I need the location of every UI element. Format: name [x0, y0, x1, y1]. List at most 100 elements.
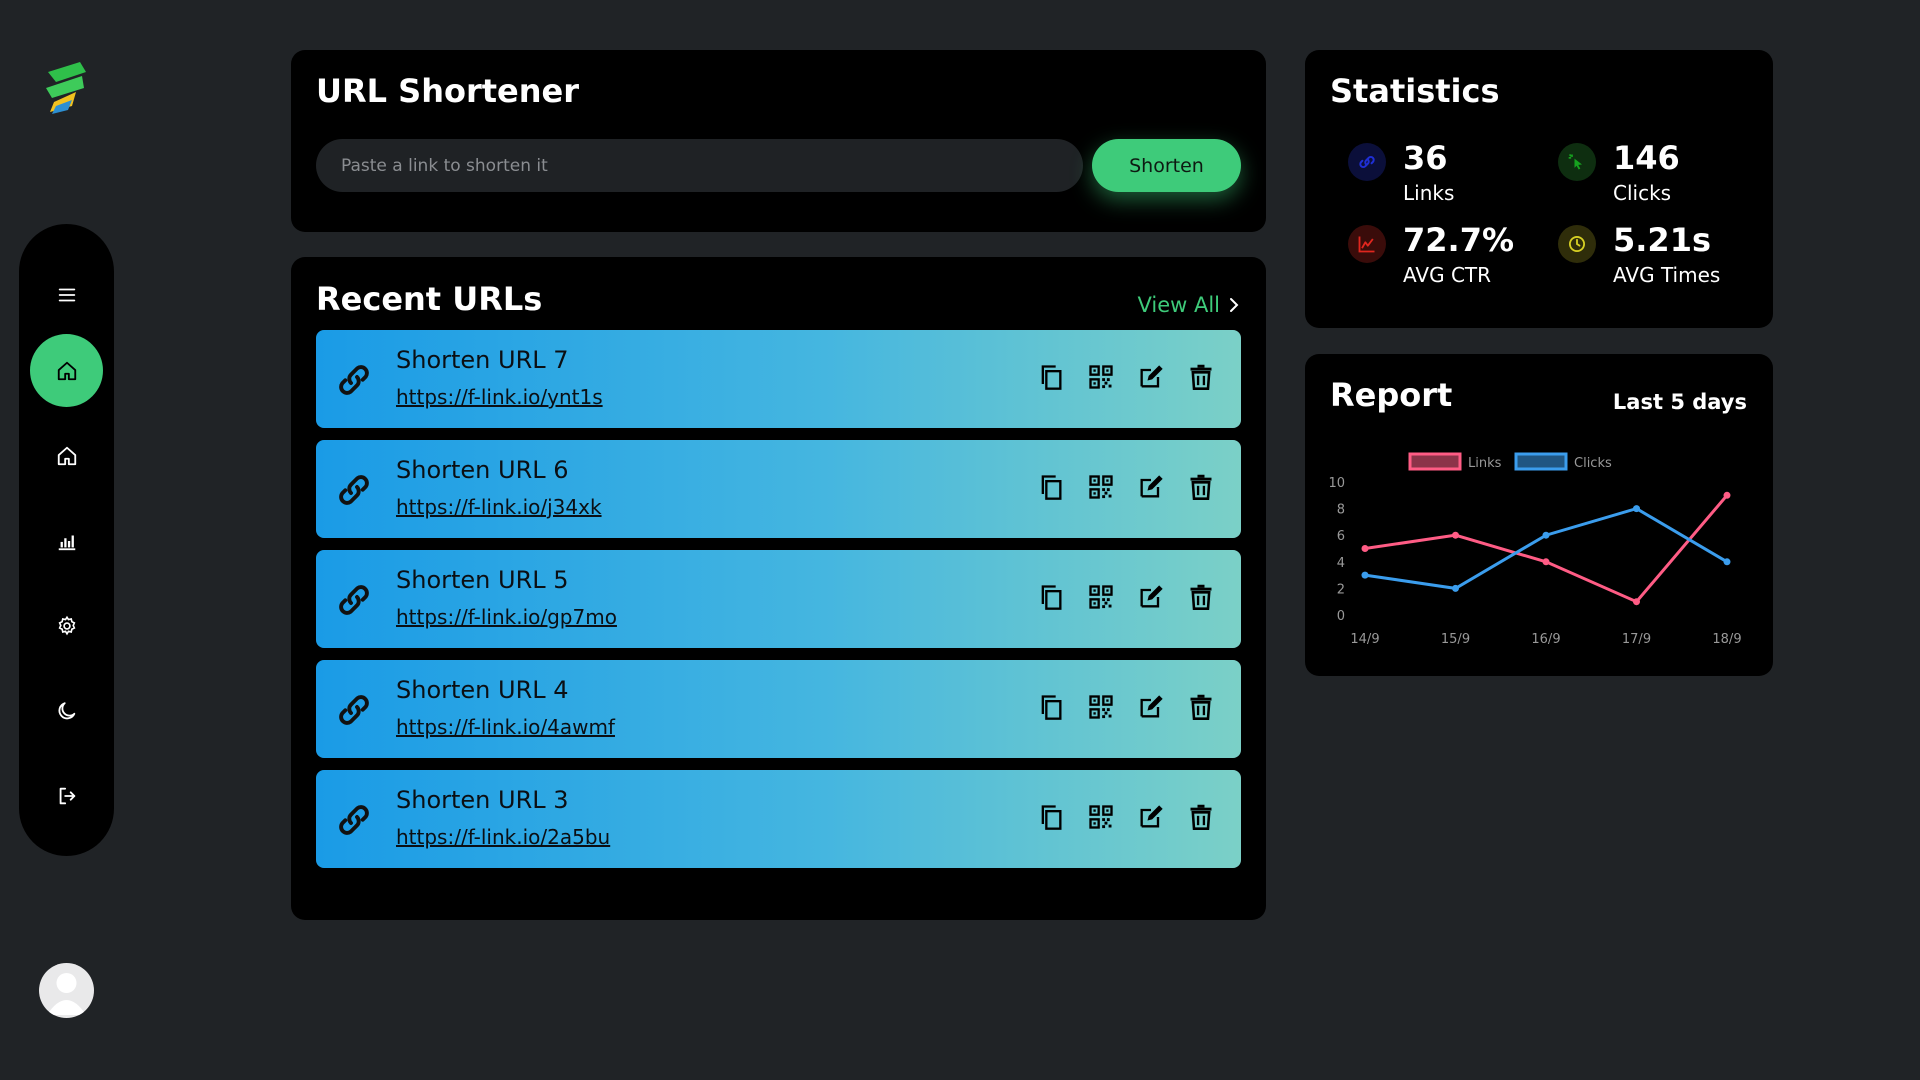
copy-button[interactable]: [1037, 582, 1065, 612]
stat-avg-times: 5.21s AVG Times: [1558, 221, 1758, 295]
trash-icon: [1190, 364, 1212, 390]
copy-icon: [1041, 695, 1062, 720]
delete-button[interactable]: [1187, 582, 1215, 612]
qr-code-button[interactable]: [1087, 802, 1115, 832]
gear-icon: [58, 615, 75, 635]
copy-button[interactable]: [1037, 472, 1065, 502]
x-tick-label: 14/9: [1350, 632, 1379, 647]
delete-button[interactable]: [1187, 472, 1215, 502]
legend-label: Clicks: [1574, 456, 1612, 471]
data-point-clicks: [1633, 505, 1640, 513]
sidebar-item-dashboard[interactable]: [30, 334, 103, 407]
stat-icon-badge: [1348, 143, 1386, 181]
url-row-name: Shorten URL 5: [396, 566, 569, 594]
edit-icon: [1140, 365, 1163, 388]
chart-line-icon: [1358, 236, 1375, 253]
y-tick-label: 6: [1337, 529, 1345, 544]
trash-icon: [1190, 474, 1212, 500]
url-row[interactable]: Shorten URL 7 https://f-link.io/ynt1s: [316, 330, 1241, 428]
link-icon: [339, 475, 369, 505]
url-row-actions: [1037, 582, 1215, 612]
copy-button[interactable]: [1037, 692, 1065, 722]
series-line-clicks: [1364, 506, 1728, 590]
report-line-chart: 0 2 4 6 8 10 14/9 15/9 16/9 17/9 18/9 Links Clicks: [1328, 452, 1742, 647]
user-avatar[interactable]: [39, 963, 94, 1018]
stat-value: 72.7%: [1403, 221, 1515, 259]
qr-code-icon: [1089, 585, 1113, 609]
edit-button[interactable]: [1137, 362, 1165, 392]
delete-button[interactable]: [1187, 362, 1215, 392]
edit-icon: [1140, 475, 1163, 498]
logout-icon: [59, 787, 75, 804]
url-row[interactable]: Shorten URL 6 https://f-link.io/j34xk: [316, 440, 1241, 538]
url-row[interactable]: Shorten URL 3 https://f-link.io/2a5bu: [316, 770, 1241, 868]
edit-icon: [1140, 805, 1163, 828]
copy-button[interactable]: [1037, 362, 1065, 392]
shortener-title: URL Shortener: [316, 72, 580, 110]
stat-value: 5.21s: [1613, 221, 1711, 259]
url-row-actions: [1037, 692, 1215, 722]
view-all-link[interactable]: View All: [1137, 293, 1240, 317]
sidebar-item-dark-mode[interactable]: [30, 674, 103, 747]
stat-links: 36 Links: [1348, 139, 1548, 213]
shorten-button[interactable]: Shorten: [1092, 139, 1241, 192]
y-tick-label: 10: [1328, 476, 1345, 491]
y-tick-label: 8: [1337, 503, 1345, 518]
data-point-links: [1723, 491, 1731, 499]
url-row-name: Shorten URL 3: [396, 786, 569, 814]
recent-urls-title: Recent URLs: [316, 280, 543, 318]
stat-label: Links: [1403, 181, 1455, 205]
recent-urls-card: Recent URLs View All Shorten URL 7 https:…: [291, 257, 1266, 920]
delete-button[interactable]: [1187, 802, 1215, 832]
data-point-links: [1361, 545, 1369, 552]
url-row-name: Shorten URL 6: [396, 456, 569, 484]
url-row-link[interactable]: https://f-link.io/j34xk: [396, 495, 602, 519]
stat-label: AVG CTR: [1403, 263, 1492, 287]
delete-button[interactable]: [1187, 692, 1215, 722]
stat-avg-ctr: 72.7% AVG CTR: [1348, 221, 1548, 295]
shortener-card: URL Shortener Shorten: [291, 50, 1266, 232]
link-icon: [339, 585, 369, 615]
sidebar-item-settings[interactable]: [30, 589, 103, 662]
url-row[interactable]: Shorten URL 5 https://f-link.io/gp7mo: [316, 550, 1241, 648]
url-row[interactable]: Shorten URL 4 https://f-link.io/4awmf: [316, 660, 1241, 758]
x-tick-label: 17/9: [1622, 632, 1651, 647]
sidebar-item-logout[interactable]: [30, 759, 103, 832]
url-input[interactable]: [316, 139, 1083, 192]
qr-code-button[interactable]: [1087, 582, 1115, 612]
clock-icon: [1569, 236, 1585, 252]
view-all-label: View All: [1137, 293, 1220, 317]
sidebar-item-analytics[interactable]: [30, 504, 103, 577]
qr-code-button[interactable]: [1087, 692, 1115, 722]
sidebar-item-menu[interactable]: [30, 258, 103, 331]
url-row-link[interactable]: https://f-link.io/2a5bu: [396, 825, 610, 849]
edit-button[interactable]: [1137, 582, 1165, 612]
url-row-link[interactable]: https://f-link.io/ynt1s: [396, 385, 603, 409]
edit-button[interactable]: [1137, 692, 1165, 722]
copy-button[interactable]: [1037, 802, 1065, 832]
link-icon: [339, 805, 369, 835]
data-point-links: [1542, 558, 1550, 566]
sidebar-item-home[interactable]: [30, 419, 103, 492]
legend-swatch: [1408, 452, 1462, 471]
url-row-link[interactable]: https://f-link.io/4awmf: [396, 715, 615, 739]
url-row-name: Shorten URL 7: [396, 346, 569, 374]
edit-icon: [1140, 695, 1163, 718]
app-logo: [46, 62, 86, 114]
url-row-link[interactable]: https://f-link.io/gp7mo: [396, 605, 617, 629]
y-tick-label: 2: [1337, 582, 1345, 597]
edit-button[interactable]: [1137, 802, 1165, 832]
edit-button[interactable]: [1137, 472, 1165, 502]
x-tick-label: 16/9: [1531, 632, 1560, 647]
data-point-links: [1633, 598, 1640, 606]
link-icon: [339, 695, 369, 725]
qr-code-button[interactable]: [1087, 472, 1115, 502]
qr-code-icon: [1089, 805, 1113, 829]
stat-value: 146: [1613, 139, 1680, 177]
qr-code-button[interactable]: [1087, 362, 1115, 392]
edit-icon: [1140, 585, 1163, 608]
url-row-name: Shorten URL 4: [396, 676, 569, 704]
stat-icon-badge: [1558, 143, 1596, 181]
legend-swatch: [1514, 452, 1568, 471]
x-tick-label: 18/9: [1712, 632, 1741, 647]
